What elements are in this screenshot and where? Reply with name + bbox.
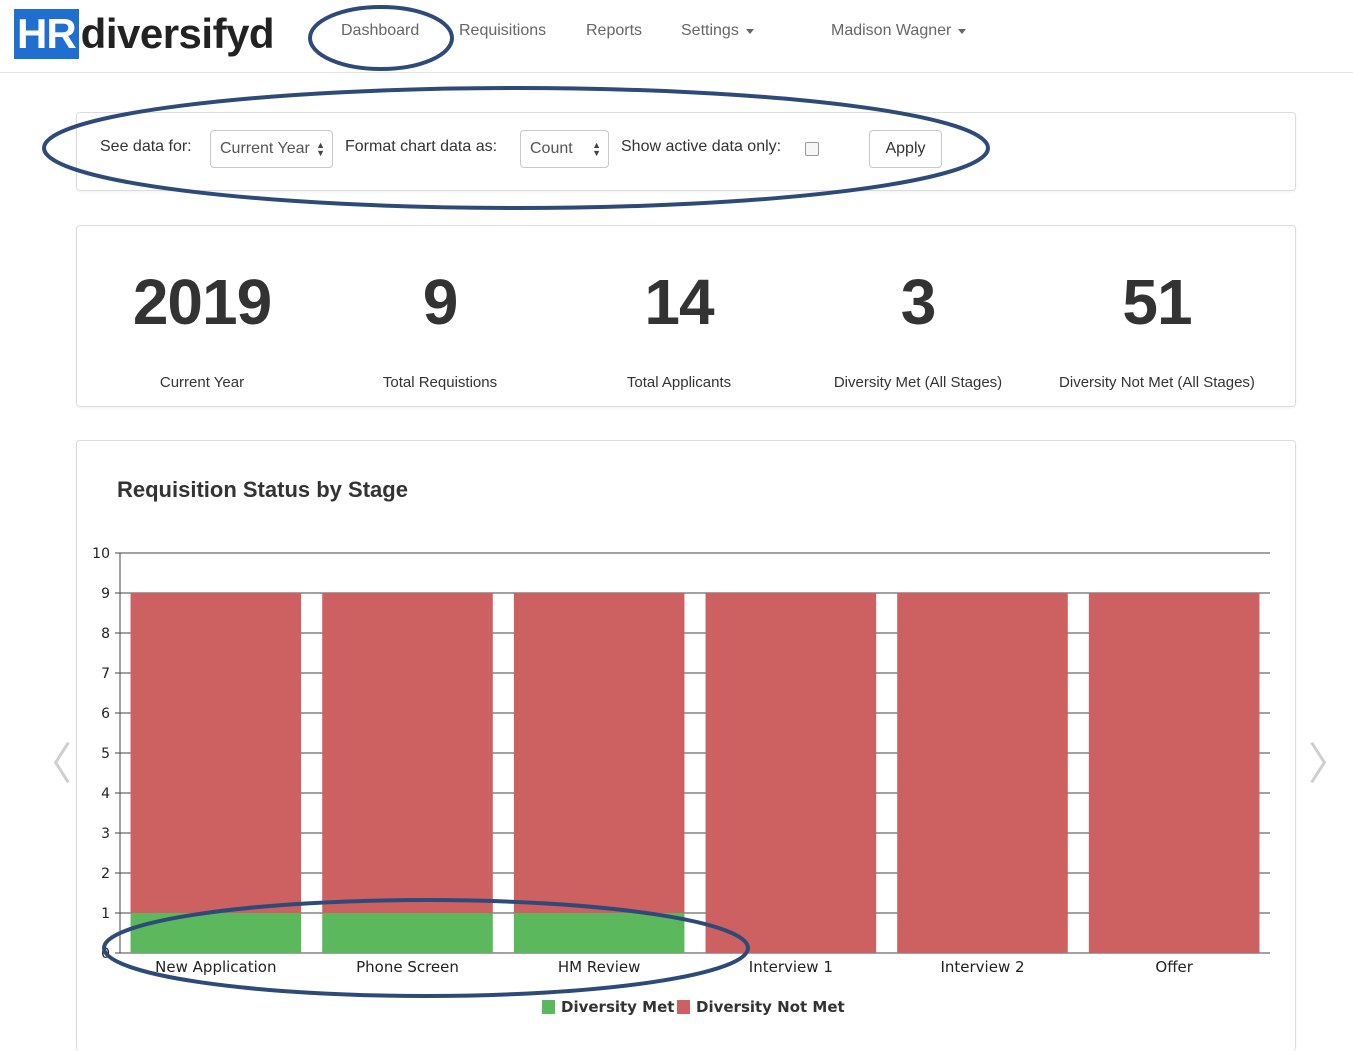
legend-swatch: [542, 1000, 555, 1014]
y-tick-label: 8: [101, 626, 110, 642]
carousel-next-button[interactable]: 〉: [1308, 728, 1352, 792]
carousel-prev-button[interactable]: 〈: [28, 728, 72, 792]
x-tick-label: Offer: [1155, 958, 1193, 976]
bar-diversity-met: [513, 913, 685, 953]
y-tick-label: 10: [92, 546, 110, 562]
x-tick-label: Interview 2: [940, 958, 1024, 976]
x-tick-label: New Application: [155, 958, 276, 976]
y-tick-label: 5: [101, 746, 110, 762]
y-tick-label: 1: [101, 906, 110, 922]
x-tick-label: Interview 1: [749, 958, 833, 976]
bar-diversity-not-met: [513, 593, 685, 913]
bar-diversity-met: [130, 913, 302, 953]
stacked-bar-chart: 0 1 2 3 4 5 6 7 8 9 10 New Application Phone Screen H…: [92, 546, 1270, 1016]
y-tick-label: 2: [101, 866, 110, 882]
chevron-left-icon: 〈: [28, 739, 72, 790]
bar-diversity-not-met: [130, 593, 302, 913]
x-tick-label: Phone Screen: [356, 958, 459, 976]
bar-diversity-not-met: [1088, 593, 1260, 953]
y-tick-label: 9: [101, 586, 110, 602]
legend-swatch: [677, 1000, 690, 1014]
x-tick-label: HM Review: [558, 958, 641, 976]
y-tick-label: 7: [101, 666, 110, 682]
y-tick-label: 6: [101, 706, 110, 722]
bar-diversity-not-met: [322, 593, 493, 913]
bar-diversity-met: [322, 913, 493, 953]
bar-diversity-not-met: [897, 593, 1068, 953]
legend-label: Diversity Met: [561, 998, 674, 1016]
y-tick-label: 0: [101, 946, 110, 962]
y-tick-label: 3: [101, 826, 110, 842]
y-tick-label: 4: [101, 786, 110, 802]
bar-diversity-not-met: [705, 593, 877, 953]
chevron-right-icon: 〉: [1308, 739, 1352, 790]
legend-label: Diversity Not Met: [696, 998, 845, 1016]
